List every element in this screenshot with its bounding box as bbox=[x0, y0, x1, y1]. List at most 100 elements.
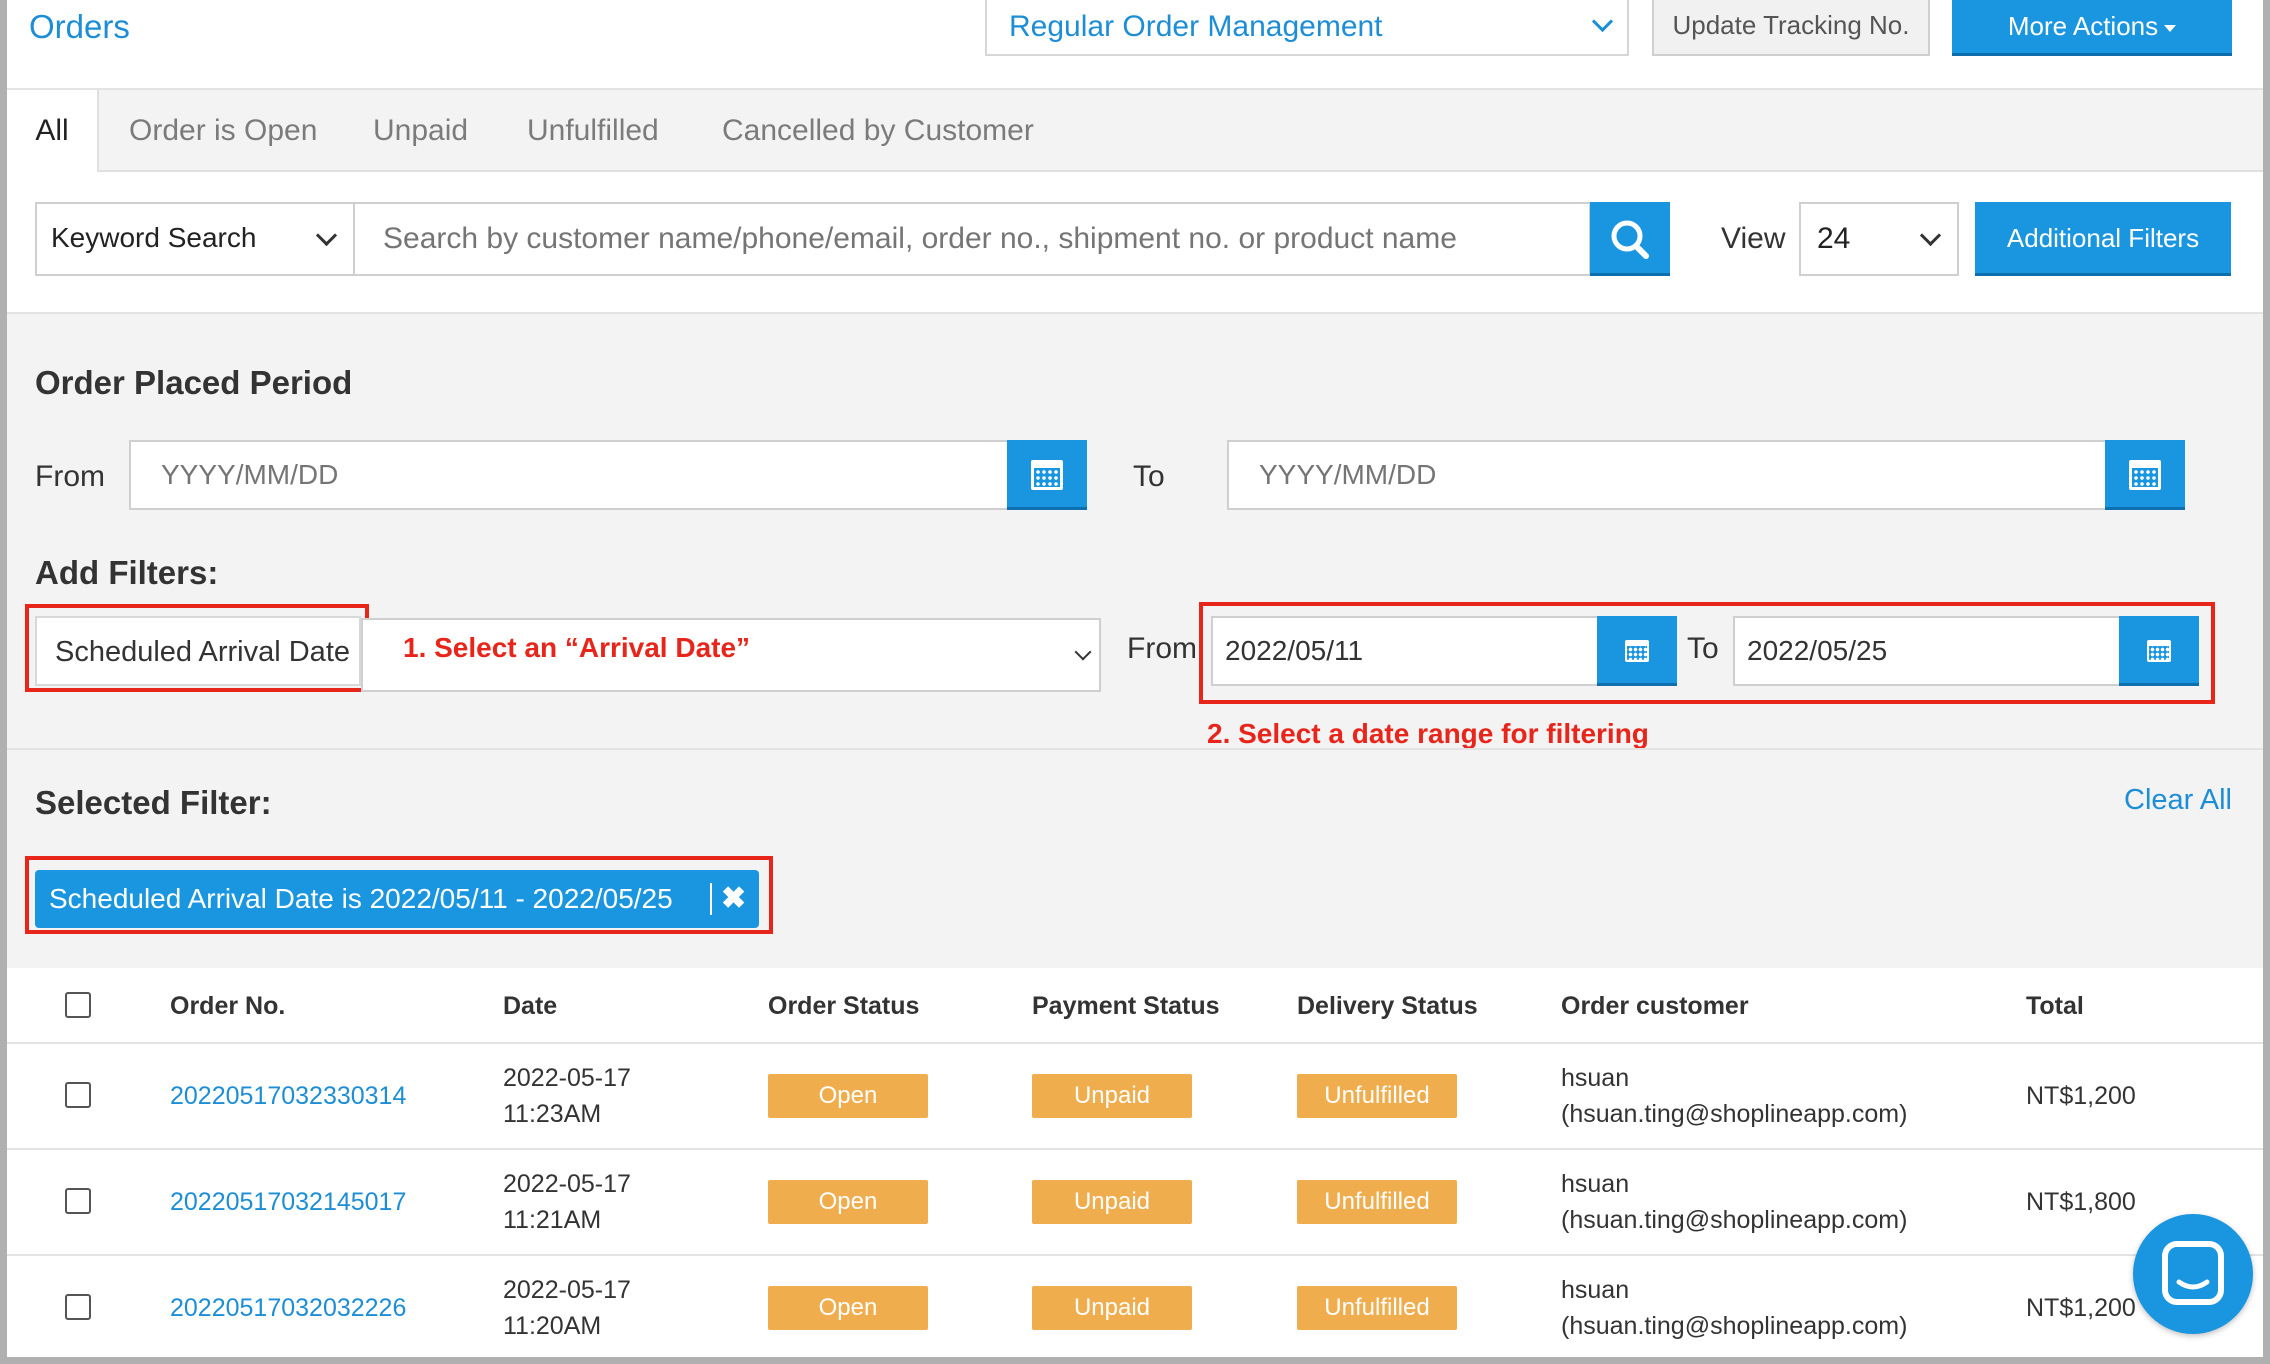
period-from-calendar-button[interactable] bbox=[1007, 440, 1087, 510]
tab-order-is-open[interactable]: Order is Open bbox=[129, 90, 317, 170]
clear-all-link[interactable]: Clear All bbox=[2124, 784, 2232, 817]
order-time: 11:21AM bbox=[503, 1206, 602, 1234]
period-from-label: From bbox=[35, 460, 105, 493]
calendar-icon bbox=[1031, 460, 1063, 490]
chevron-down-icon bbox=[1591, 10, 1614, 33]
period-from-input[interactable] bbox=[129, 440, 1009, 510]
row-checkbox[interactable] bbox=[65, 1188, 91, 1214]
selected-filter-pill: Scheduled Arrival Date is 2022/05/11 - 2… bbox=[35, 870, 759, 928]
delivery-status-badge: Unfulfilled bbox=[1297, 1074, 1457, 1118]
filter-to-date-input[interactable] bbox=[1733, 616, 2121, 686]
search-button[interactable] bbox=[1590, 202, 1670, 276]
selected-filter-text: Scheduled Arrival Date is 2022/05/11 - 2… bbox=[49, 883, 673, 914]
live-chat-button[interactable] bbox=[2133, 1214, 2253, 1334]
table-row[interactable]: 20220517032145017 2022-05-17 11:21AM Ope… bbox=[7, 1148, 2263, 1256]
search-bar: Keyword Search View 24 Additional Filter… bbox=[7, 172, 2263, 314]
calendar-icon bbox=[2129, 460, 2161, 490]
order-management-select-label: Regular Order Management bbox=[1009, 10, 1383, 43]
remove-filter-icon[interactable]: ✖ bbox=[721, 870, 746, 928]
order-number-link[interactable]: 20220517032032226 bbox=[170, 1290, 406, 1326]
chevron-down-icon bbox=[1074, 643, 1092, 661]
search-input[interactable] bbox=[353, 202, 1591, 276]
tab-unpaid[interactable]: Unpaid bbox=[373, 90, 468, 170]
payment-status-badge: Unpaid bbox=[1032, 1074, 1192, 1118]
table-row[interactable]: 20220517032330314 2022-05-17 11:23AM Ope… bbox=[7, 1042, 2263, 1150]
order-total: NT$1,800 bbox=[2026, 1188, 2136, 1216]
search-type-label: Keyword Search bbox=[51, 222, 257, 253]
customer-email: (hsuan.ting@shoplineapp.com) bbox=[1561, 1312, 1908, 1340]
order-number-link[interactable]: 20220517032145017 bbox=[170, 1184, 406, 1220]
column-header-order-customer: Order customer bbox=[1561, 992, 1749, 1020]
view-label: View bbox=[1721, 222, 1786, 255]
caret-down-icon bbox=[2164, 24, 2177, 32]
filter-attribute-select[interactable]: 1. Select an “Arrival Date” bbox=[361, 618, 1101, 692]
orders-table: Order No. Date Order Status Payment Stat… bbox=[7, 968, 2263, 1357]
order-total: NT$1,200 bbox=[2026, 1082, 2136, 1110]
selected-filter-title: Selected Filter: bbox=[35, 784, 272, 821]
order-number-link[interactable]: 20220517032330314 bbox=[170, 1078, 406, 1114]
order-status-badge: Open bbox=[768, 1180, 928, 1224]
filter-from-date-input[interactable] bbox=[1211, 616, 1599, 686]
customer-name: hsuan bbox=[1561, 1170, 1630, 1198]
period-to-input[interactable] bbox=[1227, 440, 2107, 510]
order-time: 11:20AM bbox=[503, 1312, 602, 1340]
row-checkbox[interactable] bbox=[65, 1082, 91, 1108]
annotation-select-arrival-date: 1. Select an “Arrival Date” bbox=[403, 632, 751, 663]
view-count-value: 24 bbox=[1817, 222, 1851, 255]
calendar-icon bbox=[2147, 640, 2171, 662]
order-status-badge: Open bbox=[768, 1286, 928, 1330]
filter-to-calendar-button[interactable] bbox=[2119, 616, 2199, 686]
more-actions-button[interactable]: More Actions bbox=[1952, 0, 2232, 56]
section-divider bbox=[7, 748, 2263, 750]
search-type-select[interactable]: Keyword Search bbox=[35, 202, 355, 276]
add-filters-title: Add Filters: bbox=[35, 554, 219, 591]
annotation-select-date-range: 2. Select a date range for filtering bbox=[1207, 718, 1649, 749]
order-date: 2022-05-17 bbox=[503, 1276, 631, 1304]
chat-icon bbox=[2162, 1241, 2224, 1305]
payment-status-badge: Unpaid bbox=[1032, 1180, 1192, 1224]
column-header-total: Total bbox=[2026, 992, 2084, 1020]
tab-all[interactable]: All bbox=[7, 90, 99, 172]
order-time: 11:23AM bbox=[503, 1100, 602, 1128]
column-header-order-status: Order Status bbox=[768, 992, 920, 1020]
calendar-icon bbox=[1625, 640, 1649, 662]
column-header-order-no: Order No. bbox=[170, 992, 286, 1020]
order-date: 2022-05-17 bbox=[503, 1170, 631, 1198]
update-tracking-button[interactable]: Update Tracking No. bbox=[1652, 0, 1930, 56]
column-header-delivery-status: Delivery Status bbox=[1297, 992, 1478, 1020]
payment-status-badge: Unpaid bbox=[1032, 1286, 1192, 1330]
period-to-calendar-button[interactable] bbox=[2105, 440, 2185, 510]
order-management-select[interactable]: Regular Order Management bbox=[985, 0, 1629, 56]
chevron-down-icon bbox=[315, 224, 338, 247]
more-actions-label: More Actions bbox=[2007, 11, 2159, 41]
tab-cancelled-by-customer[interactable]: Cancelled by Customer bbox=[722, 90, 1034, 170]
column-header-payment-status: Payment Status bbox=[1032, 992, 1220, 1020]
app-frame: Orders Regular Order Management Update T… bbox=[0, 0, 2270, 1364]
delivery-status-badge: Unfulfilled bbox=[1297, 1180, 1457, 1224]
filter-to-label: To bbox=[1687, 632, 1719, 665]
customer-name: hsuan bbox=[1561, 1064, 1630, 1092]
filter-type-label: Scheduled Arrival Date bbox=[55, 636, 350, 668]
row-checkbox[interactable] bbox=[65, 1294, 91, 1320]
additional-filters-button[interactable]: Additional Filters bbox=[1975, 202, 2231, 276]
period-to-label: To bbox=[1133, 460, 1165, 493]
customer-name: hsuan bbox=[1561, 1276, 1630, 1304]
pill-separator bbox=[710, 883, 712, 915]
filter-from-label: From bbox=[1127, 632, 1197, 665]
table-row[interactable]: 20220517032032226 2022-05-17 11:20AM Ope… bbox=[7, 1254, 2263, 1357]
customer-email: (hsuan.ting@shoplineapp.com) bbox=[1561, 1206, 1908, 1234]
page-title: Orders bbox=[29, 8, 130, 45]
column-header-date: Date bbox=[503, 992, 558, 1020]
select-all-checkbox[interactable] bbox=[65, 992, 91, 1018]
delivery-status-badge: Unfulfilled bbox=[1297, 1286, 1457, 1330]
order-total: NT$1,200 bbox=[2026, 1294, 2136, 1322]
page-header: Orders Regular Order Management Update T… bbox=[7, 0, 2263, 90]
filter-from-calendar-button[interactable] bbox=[1597, 616, 1677, 686]
filter-type-select[interactable]: Scheduled Arrival Date bbox=[35, 616, 361, 686]
view-count-select[interactable]: 24 bbox=[1799, 202, 1959, 276]
order-placed-period-title: Order Placed Period bbox=[35, 364, 353, 401]
tab-unfulfilled[interactable]: Unfulfilled bbox=[527, 90, 659, 170]
chevron-down-icon bbox=[1919, 224, 1942, 247]
order-status-badge: Open bbox=[768, 1074, 928, 1118]
order-tabs: All Order is Open Unpaid Unfulfilled Can… bbox=[7, 90, 2263, 172]
